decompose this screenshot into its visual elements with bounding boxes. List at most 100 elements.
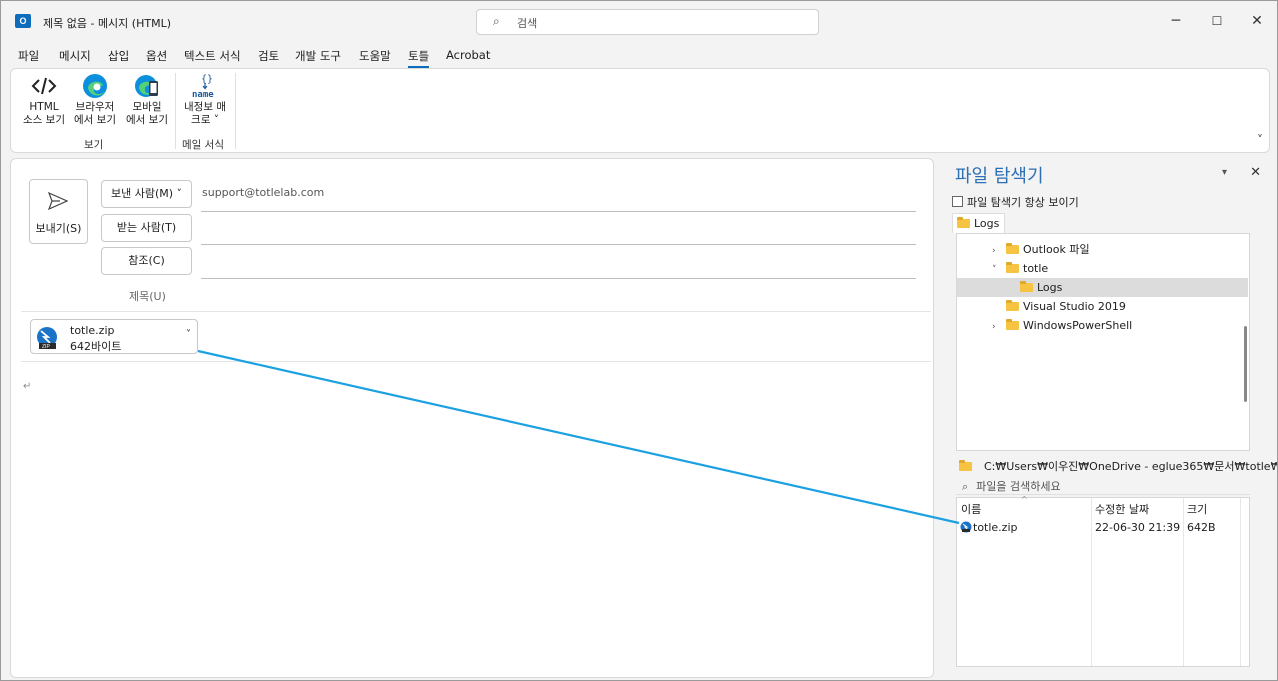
- send-icon: [47, 191, 69, 215]
- sort-arrow-icon: ^: [1021, 495, 1028, 504]
- svg-text:{}: {}: [201, 74, 213, 85]
- browser-view-label-1: 브라우저: [75, 101, 115, 113]
- tree-item-visual-studio[interactable]: Visual Studio 2019: [1006, 297, 1126, 316]
- to-field[interactable]: [201, 244, 916, 245]
- group-label-view: 보기: [84, 139, 104, 151]
- file-name: totle.zip: [973, 521, 1018, 534]
- tree-item-label: totle: [1023, 262, 1049, 275]
- folder-icon: [959, 460, 972, 471]
- always-show-checkbox[interactable]: 파일 탐색기 항상 보이기: [952, 194, 1079, 210]
- column-header-name[interactable]: 이름: [961, 501, 981, 517]
- folder-icon: [1006, 319, 1019, 330]
- zip-file-icon: [960, 521, 972, 533]
- file-size: 642B: [1187, 521, 1216, 534]
- folder-tree: › Outlook 파일 ˅ totle Logs Visual Studio 20…: [956, 233, 1250, 451]
- attachment-size: 642바이트: [70, 340, 122, 353]
- tab-options[interactable]: 옵션: [146, 48, 167, 64]
- file-search-placeholder: 파일을 검색하세요: [976, 480, 1061, 493]
- html-source-button[interactable]: HTML 소스 보기: [21, 73, 67, 127]
- mobile-view-label-2: 에서 보기: [126, 114, 168, 126]
- tab-developer[interactable]: 개발 도구: [295, 48, 341, 64]
- from-button[interactable]: 보낸 사람(M) ˅: [101, 180, 192, 208]
- search-placeholder: 검색: [517, 17, 538, 30]
- name-macro-button[interactable]: {} name 내정보 매 크로 ˅: [179, 73, 231, 127]
- expand-chevron-icon[interactable]: ›: [992, 318, 1006, 337]
- tab-totle[interactable]: 토틀: [408, 48, 430, 68]
- current-path: C:₩Users₩이우진₩OneDrive - eglue365₩문서₩totl…: [984, 460, 1278, 473]
- tree-item-totle[interactable]: ˅ totle: [992, 259, 1048, 278]
- always-show-label: 파일 탐색기 항상 보이기: [967, 196, 1079, 209]
- tab-acrobat[interactable]: Acrobat: [446, 48, 490, 62]
- edge-browser-icon: [83, 74, 107, 98]
- attachment-card[interactable]: ZIP totle.zip 642바이트 ˅: [30, 319, 198, 354]
- to-button[interactable]: 받는 사람(T): [101, 214, 192, 242]
- html-source-label-1: HTML: [29, 101, 59, 113]
- pane-close-icon[interactable]: ✕: [1250, 165, 1261, 180]
- folder-icon: [957, 217, 970, 228]
- from-address: support@totlelab.com: [202, 186, 325, 199]
- name-icon-text: name: [192, 90, 214, 99]
- column-header-size[interactable]: 크기: [1187, 501, 1207, 517]
- html-source-label-2: 소스 보기: [23, 114, 65, 126]
- ribbon-group-separator: [175, 73, 176, 149]
- column-header-modified[interactable]: 수정한 날짜: [1095, 501, 1149, 517]
- minimize-button[interactable]: ─: [1156, 9, 1196, 35]
- checkbox-box[interactable]: [952, 196, 963, 207]
- browser-view-label-2: 에서 보기: [74, 114, 116, 126]
- maximize-button[interactable]: ☐: [1197, 9, 1237, 35]
- outlook-app-icon: O: [15, 14, 35, 28]
- file-row[interactable]: totle.zip 22-06-30 21:39 642B: [960, 519, 1248, 537]
- folder-icon: [1006, 262, 1019, 273]
- header-divider: [21, 311, 931, 312]
- tree-item-label: WindowsPowerShell: [1023, 319, 1133, 332]
- file-list: 이름 ^ 수정한 날짜 크기 totle.zip 22-06-30 21:39 …: [956, 495, 1250, 667]
- send-button[interactable]: 보내기(S): [29, 179, 88, 244]
- tree-item-logs[interactable]: Logs: [957, 278, 1248, 297]
- outlook-message-window: O 제목 없음 - 메시지 (HTML) ⌕ 검색 ─ ☐ ✕ 파일 메시지 삽…: [0, 0, 1278, 681]
- path-bar: C:₩Users₩이우진₩OneDrive - eglue365₩문서₩totl…: [956, 455, 1277, 475]
- cc-button[interactable]: 참조(C): [101, 247, 192, 275]
- tree-item-label: Outlook 파일: [1023, 243, 1090, 256]
- folder-tab-logs[interactable]: Logs: [952, 213, 1006, 233]
- subject-label: 제목(U): [129, 290, 166, 303]
- paragraph-mark: ↵: [23, 381, 32, 392]
- explorer-title: 파일 탐색기: [955, 166, 1044, 187]
- folder-icon: [1020, 281, 1033, 292]
- tab-file[interactable]: 파일: [18, 48, 39, 64]
- ribbon-collapse-chevron-icon[interactable]: ˅: [1257, 133, 1263, 147]
- file-explorer-pane: 파일 탐색기 ▾ ✕ 파일 탐색기 항상 보이기 Logs › Outlook 파…: [943, 157, 1277, 679]
- tab-message[interactable]: 메시지: [59, 48, 91, 64]
- ribbon-group-separator: [235, 73, 236, 149]
- from-underline: [201, 211, 916, 212]
- file-modified: 22-06-30 21:39: [1095, 521, 1181, 534]
- tree-item-label: Visual Studio 2019: [1023, 300, 1126, 313]
- cc-field[interactable]: [201, 278, 916, 279]
- file-name-cell: totle.zip: [960, 521, 1018, 534]
- search-box[interactable]: ⌕ 검색: [476, 9, 819, 35]
- code-icon: [31, 77, 57, 95]
- pane-options-icon[interactable]: ▾: [1222, 167, 1227, 178]
- folder-icon: [1006, 300, 1019, 311]
- browser-view-button[interactable]: 브라우저 에서 보기: [71, 73, 119, 127]
- title-bar: O 제목 없음 - 메시지 (HTML) ⌕ 검색: [1, 1, 1277, 41]
- name-macro-label-2: 크로 ˅: [191, 114, 219, 126]
- ribbon: HTML 소스 보기 브라우저 에서 보기 모바일 에서 보기 {} name …: [10, 68, 1270, 153]
- attachment-menu-chevron-icon[interactable]: ˅: [186, 329, 191, 340]
- attachment-name: totle.zip: [70, 324, 115, 337]
- tree-item-powershell[interactable]: › WindowsPowerShell: [992, 316, 1132, 335]
- tab-insert[interactable]: 삽입: [108, 48, 129, 64]
- search-icon: ⌕: [493, 14, 500, 28]
- name-macro-label-1: 내정보 매: [184, 101, 226, 113]
- file-search-input[interactable]: ⌕ 파일을 검색하세요: [956, 475, 1250, 495]
- mobile-view-label-1: 모바일: [132, 101, 162, 113]
- close-button[interactable]: ✕: [1237, 9, 1277, 35]
- body-divider: [21, 361, 931, 362]
- mobile-view-button[interactable]: 모바일 에서 보기: [123, 73, 171, 127]
- tree-item-outlook-files[interactable]: › Outlook 파일: [992, 240, 1090, 259]
- group-label-mail-format: 메일 서식: [182, 139, 224, 151]
- tab-format-text[interactable]: 텍스트 서식: [184, 48, 241, 64]
- window-title: 제목 없음 - 메시지 (HTML): [43, 17, 171, 30]
- tree-scrollbar[interactable]: [1244, 326, 1247, 402]
- tab-review[interactable]: 검토: [258, 48, 279, 64]
- tab-help[interactable]: 도움말: [359, 48, 391, 64]
